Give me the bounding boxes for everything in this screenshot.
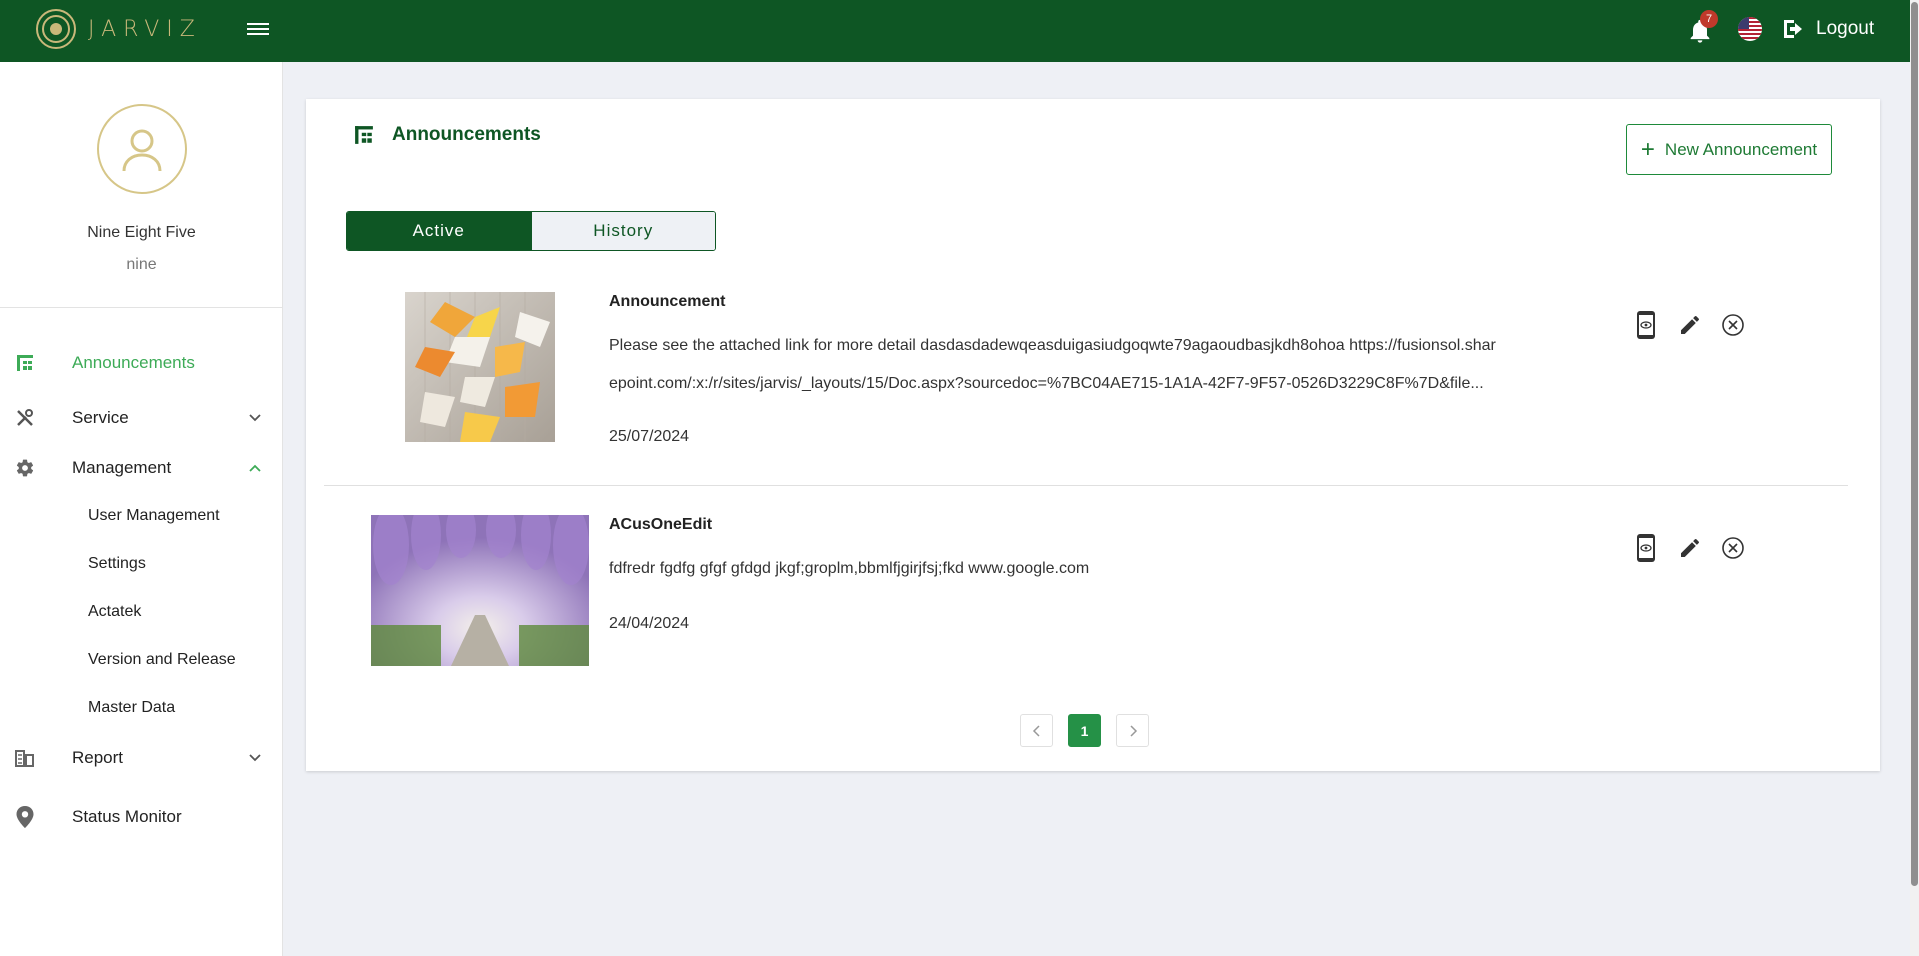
announcements-icon xyxy=(14,352,36,374)
user-icon xyxy=(122,129,162,172)
tab-history[interactable]: History xyxy=(530,212,715,250)
announcement-title: ACusOneEdit xyxy=(609,516,713,533)
sidebar-item-label: Announcements xyxy=(72,353,195,372)
report-icon xyxy=(14,747,36,769)
menu-toggle-icon[interactable] xyxy=(247,20,269,38)
tab-active[interactable]: Active xyxy=(347,212,531,250)
sidebar-subitem-settings[interactable]: Settings xyxy=(88,555,146,573)
announcement-body-line: Please see the attached link for more de… xyxy=(609,337,1496,354)
announcement-body-line: epoint.com/:x:/r/sites/jarvis/_layouts/1… xyxy=(609,375,1484,392)
brand-name: JARVIZ xyxy=(88,16,202,42)
logout-label: Logout xyxy=(1816,18,1875,39)
sidebar-item-report[interactable]: Report xyxy=(0,738,283,778)
announcement-date: 25/07/2024 xyxy=(609,428,690,445)
sidebar-subitem-user-management[interactable]: User Management xyxy=(88,507,220,525)
user-subtitle: nine xyxy=(126,256,157,273)
sidebar-item-label: Service xyxy=(72,408,129,427)
edit-pencil-icon[interactable] xyxy=(1675,533,1705,563)
delete-circle-x-icon[interactable] xyxy=(1718,533,1748,563)
pagination-next-button[interactable] xyxy=(1116,714,1149,747)
pagination-page-button[interactable]: 1 xyxy=(1068,714,1101,747)
announcement-body: fdfredr fgdfg gfgf gfdgd jkgf;groplm,bbm… xyxy=(609,550,1564,588)
pagination-prev-button[interactable] xyxy=(1020,714,1053,747)
row-divider xyxy=(324,485,1848,486)
announcements-icon xyxy=(355,126,373,144)
sidebar-subitem-master-data[interactable]: Master Data xyxy=(88,699,175,717)
sidebar-item-management[interactable]: Management xyxy=(0,448,283,488)
top-navbar: JARVIZ 7 Logout xyxy=(0,0,1910,62)
delete-circle-x-icon[interactable] xyxy=(1718,310,1748,340)
scrollbar-thumb[interactable] xyxy=(1911,2,1918,886)
chevron-down-icon xyxy=(249,754,261,762)
sidebar: Nine Eight Five nine Announcements Servi… xyxy=(0,62,283,956)
new-announcement-button[interactable]: + New Announcement xyxy=(1626,124,1832,175)
logo-icon xyxy=(36,9,76,49)
location-pin-icon xyxy=(14,806,36,828)
logout-button[interactable]: Logout xyxy=(1782,18,1874,40)
sidebar-item-label: Status Monitor xyxy=(72,807,182,826)
announcement-body: Please see the attached link for more de… xyxy=(609,327,1564,403)
page-header: Announcements xyxy=(354,124,541,146)
sidebar-item-status-monitor[interactable]: Status Monitor xyxy=(0,797,283,837)
gear-icon xyxy=(14,457,36,479)
announcement-title: Announcement xyxy=(609,293,726,310)
notification-badge: 7 xyxy=(1700,10,1718,28)
announcement-date: 24/04/2024 xyxy=(609,615,690,632)
sidebar-subitem-version-release[interactable]: Version and Release xyxy=(88,651,236,669)
edit-pencil-icon[interactable] xyxy=(1675,310,1705,340)
sidebar-subitem-actatek[interactable]: Actatek xyxy=(88,603,141,621)
sidebar-item-announcements[interactable]: Announcements xyxy=(0,343,283,383)
chevron-down-icon xyxy=(249,414,261,422)
announcement-body-line: fdfredr fgdfg gfgf gfdgd jkgf;groplm,bbm… xyxy=(609,560,1090,577)
chevron-right-icon xyxy=(1129,724,1137,737)
sidebar-divider xyxy=(0,307,283,308)
mobile-preview-icon[interactable] xyxy=(1631,310,1661,340)
chevron-left-icon xyxy=(1032,724,1040,737)
announcement-thumbnail-pinwheels[interactable] xyxy=(405,292,555,442)
plus-icon: + xyxy=(1640,135,1655,163)
user-name: Nine Eight Five xyxy=(87,224,196,241)
sidebar-item-label: Report xyxy=(72,748,124,767)
logout-icon xyxy=(1784,20,1802,38)
announcement-thumbnail-wisteria[interactable] xyxy=(371,515,589,666)
jarviz-logo[interactable]: JARVIZ xyxy=(36,9,202,49)
page-title: Announcements xyxy=(392,124,541,145)
new-announcement-label: New Announcement xyxy=(1664,139,1818,159)
sidebar-item-label: Management xyxy=(72,458,172,477)
us-flag-icon[interactable] xyxy=(1738,17,1762,41)
chevron-up-icon xyxy=(249,464,261,472)
sidebar-item-service[interactable]: Service xyxy=(0,398,283,438)
mobile-preview-icon[interactable] xyxy=(1631,533,1661,563)
status-tabs: Active History xyxy=(346,211,716,251)
tools-icon xyxy=(14,407,36,429)
avatar[interactable] xyxy=(97,104,187,194)
